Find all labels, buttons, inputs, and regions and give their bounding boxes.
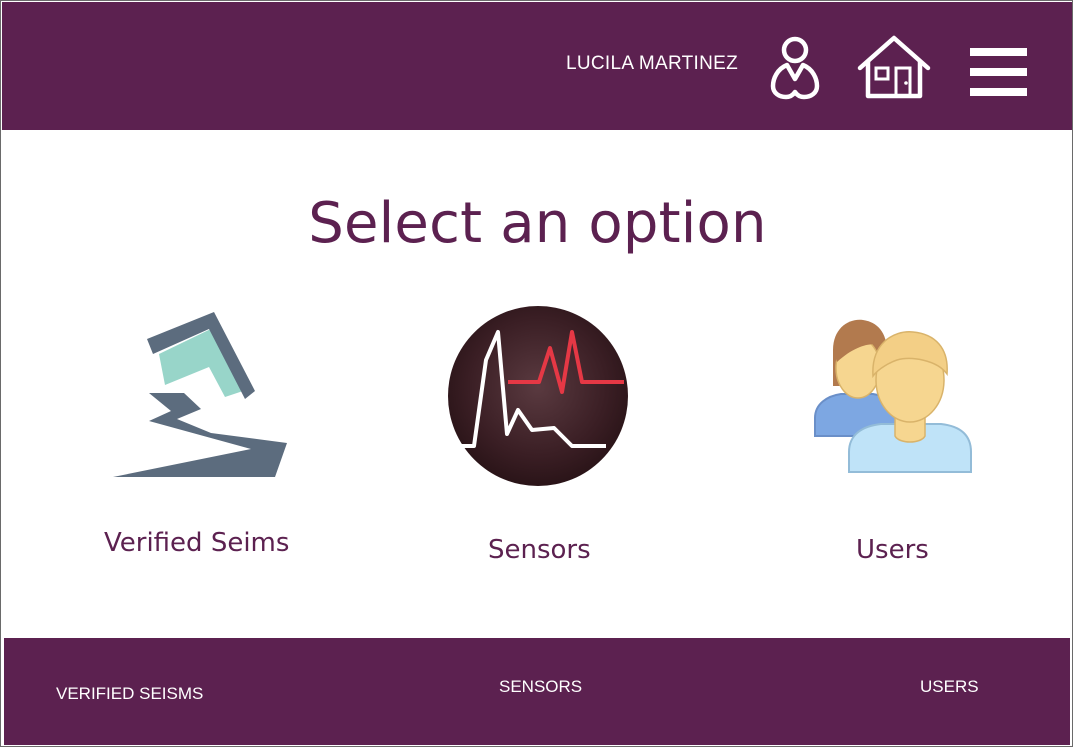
option-sensors[interactable]: Sensors [441,301,641,571]
seismograph-icon [448,306,628,486]
page-title: Select an option [308,191,767,256]
footer-bar: VERIFIED SEISMS SENSORS USERS [4,638,1070,745]
footer-link-users[interactable]: USERS [920,677,979,697]
option-label: Sensors [488,535,591,565]
header-bar: LUCILA MARTINEZ [2,2,1072,130]
option-label: Users [856,535,929,565]
user-name: LUCILA MARTINEZ [566,53,739,74]
earthquake-icon [113,312,287,477]
home-icon[interactable] [856,34,932,100]
hamburger-menu-icon[interactable] [968,48,1028,98]
option-users[interactable]: Users [811,311,981,571]
app-frame: LUCILA MARTINEZ Select an option Verifie… [0,0,1073,747]
footer-link-sensors[interactable]: SENSORS [499,677,582,697]
footer-link-verified-seisms[interactable]: VERIFIED SEISMS [56,684,203,704]
option-label: Verified Seims [104,528,290,558]
user-icon[interactable] [768,34,822,100]
option-verified-seims[interactable]: Verified Seims [101,301,301,561]
users-icon [814,319,972,473]
